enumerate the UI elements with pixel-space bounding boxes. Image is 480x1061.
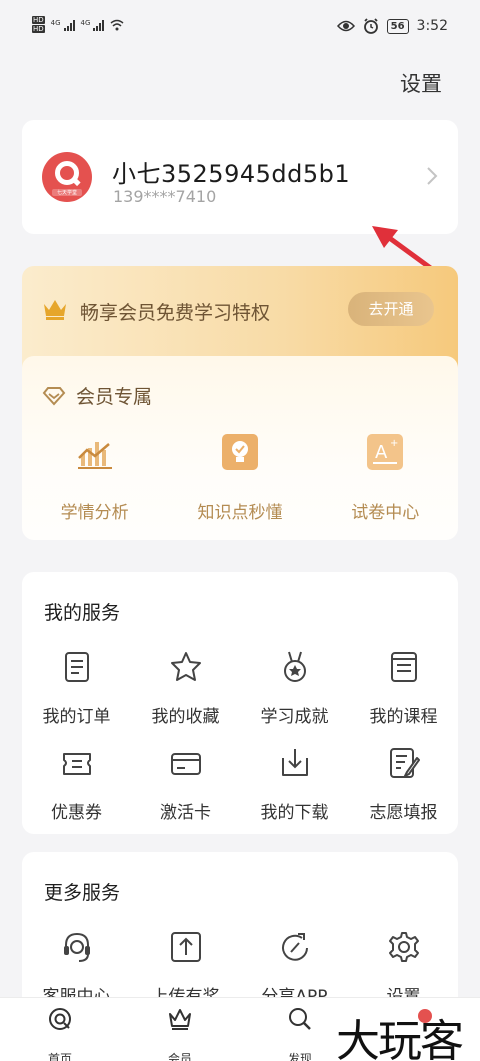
- vip-item-label: 知识点秒懂: [197, 503, 283, 523]
- profile-card[interactable]: 七天学堂 小七3525945dd5b1 139****7410: [22, 120, 458, 234]
- vip-section-title: 会员专属: [76, 386, 153, 408]
- chevron-right-icon: [427, 167, 438, 185]
- service-my-favorites[interactable]: 我的收藏: [131, 650, 240, 746]
- download-icon: [281, 749, 308, 776]
- service-my-courses[interactable]: 我的课程: [349, 650, 458, 746]
- status-bar: HD HD 4G 4G 56 3:52: [0, 0, 480, 58]
- star-icon: [170, 652, 201, 681]
- crown-outline-icon: [169, 1009, 191, 1030]
- tab-label: 首页: [47, 1052, 72, 1061]
- status-left: HD HD 4G 4G: [32, 16, 124, 34]
- signal-icon: 4G: [51, 19, 75, 31]
- alarm-icon: [363, 18, 378, 34]
- vip-item-label: 学情分析: [60, 503, 129, 523]
- eye-icon: [336, 20, 355, 32]
- status-right: 56 3:52: [336, 18, 448, 34]
- open-vip-button[interactable]: 去开通: [348, 292, 434, 326]
- gear-icon: [388, 932, 419, 962]
- share-icon: [281, 933, 308, 961]
- tab-label: 发现: [287, 1052, 312, 1061]
- service-application-form[interactable]: 志愿填报: [349, 746, 458, 842]
- medal-icon: [283, 651, 306, 682]
- wifi-icon: [110, 19, 124, 31]
- vip-title: 畅享会员免费学习特权: [80, 302, 271, 324]
- battery-indicator: 56: [386, 18, 409, 34]
- service-coupons[interactable]: 优惠券: [22, 746, 131, 842]
- discover-icon: [289, 1008, 311, 1030]
- svg-text:A: A: [375, 442, 388, 463]
- headset-icon: [63, 932, 90, 962]
- service-label: 我的下载: [260, 803, 329, 823]
- tab-label: 会员: [167, 1052, 192, 1061]
- card-icon: [170, 753, 201, 775]
- vip-item-exam[interactable]: A + 试卷中心: [313, 432, 458, 523]
- service-achievements[interactable]: 学习成就: [240, 650, 349, 746]
- avatar: 七天学堂: [42, 152, 92, 202]
- svg-text:+: +: [390, 438, 398, 449]
- service-label: 我的收藏: [151, 707, 220, 727]
- service-label: 激活卡: [160, 803, 211, 823]
- my-services-card: 我的服务 我的订单 我的收藏 学习成就 我的课程 优惠券 激活卡 我的下载 志愿…: [22, 572, 458, 834]
- more-services-card: 更多服务 客服中心 上传有奖 分享APP: [22, 852, 458, 1012]
- settings-link[interactable]: 设置: [400, 68, 442, 98]
- profile-name: 小七3525945dd5b1: [112, 160, 351, 188]
- vip-section-header: 会员专属: [42, 382, 152, 409]
- tab-discover[interactable]: 发现: [260, 1006, 340, 1061]
- form-icon: [389, 748, 420, 778]
- profile-phone: 139****7410: [113, 187, 217, 206]
- chart-icon: [77, 442, 112, 469]
- service-label: 我的课程: [369, 707, 438, 727]
- course-icon: [390, 652, 417, 682]
- order-icon: [64, 652, 89, 682]
- service-label: 学习成就: [260, 707, 329, 727]
- service-label: 优惠券: [51, 803, 102, 823]
- vip-item-label: 试卷中心: [351, 503, 420, 523]
- watermark-text: 大玩客: [336, 1016, 464, 1061]
- home-icon: [49, 1008, 71, 1030]
- service-activation-card[interactable]: 激活卡: [131, 746, 240, 842]
- tab-home[interactable]: 首页: [20, 1006, 100, 1061]
- service-label: 我的订单: [42, 707, 111, 727]
- signal-icon-2: 4G: [81, 19, 105, 31]
- coupon-icon: [62, 753, 91, 775]
- service-my-downloads[interactable]: 我的下载: [240, 746, 349, 842]
- vip-item-analysis[interactable]: 学情分析: [22, 432, 167, 523]
- diamond-icon: [42, 386, 66, 405]
- service-label: 志愿填报: [369, 803, 438, 823]
- upload-icon: [170, 932, 201, 962]
- watermark-logo: 大玩客: [330, 1005, 480, 1061]
- bulb-icon: [221, 434, 258, 470]
- section-title: 我的服务: [44, 602, 121, 624]
- avatar-text: 七天学堂: [52, 189, 82, 196]
- watermark-dot: [418, 1009, 432, 1023]
- exam-icon: A +: [367, 434, 404, 470]
- clock: 3:52: [416, 18, 448, 34]
- section-title: 更多服务: [44, 882, 121, 904]
- vip-exclusive-card: 会员专属 学情分析 知识点秒懂 A + 试卷中心: [22, 356, 458, 540]
- vip-item-knowledge[interactable]: 知识点秒懂: [167, 432, 312, 523]
- hd-indicator: HD HD: [32, 16, 45, 33]
- service-my-orders[interactable]: 我的订单: [22, 650, 131, 746]
- tab-membership[interactable]: 会员: [140, 1006, 220, 1061]
- crown-icon: [44, 300, 66, 320]
